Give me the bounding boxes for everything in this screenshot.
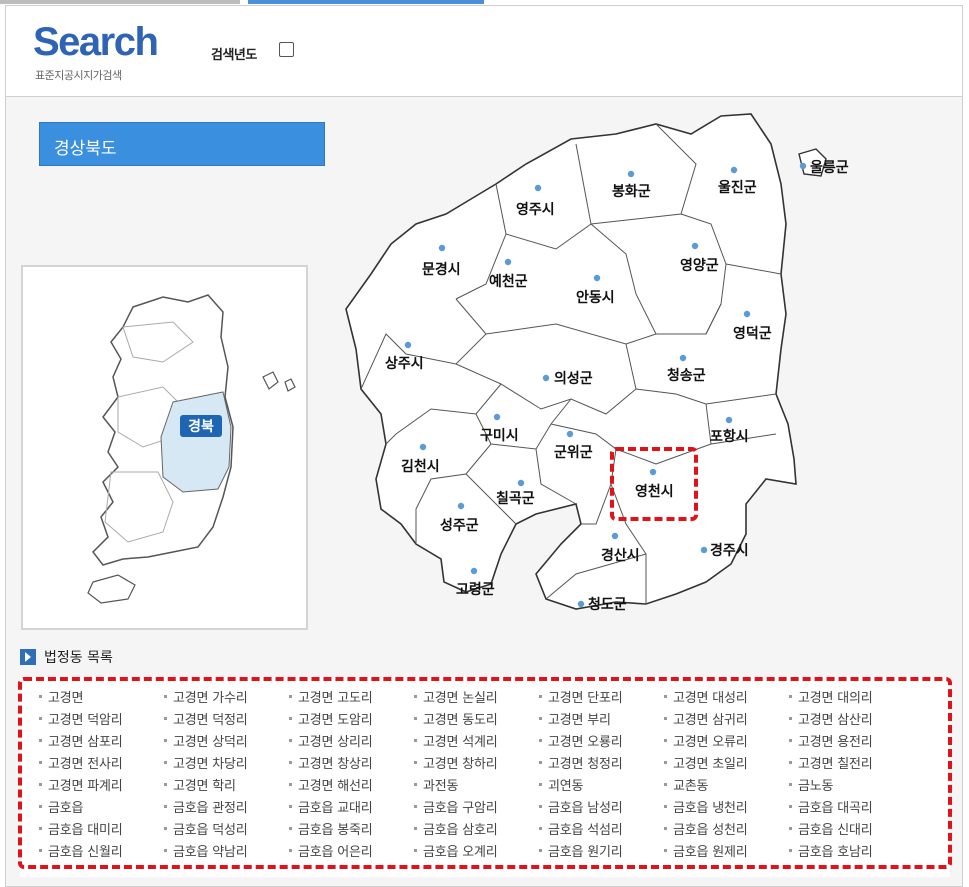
content-frame: Search 표준지공시지가검색 검색년도 경상북도 경북 울릉군 영주시 봉화… [5,5,963,887]
region-label[interactable]: 안동시 [576,289,615,306]
tab-inactive[interactable] [0,0,240,4]
region-label[interactable]: 봉화군 [612,184,651,200]
gyeongbuk-map: 울릉군 영주시 봉화군 울진군 문경시 예천군 안동시 영양군 영덕군 상주시 … [326,104,886,634]
region-label[interactable]: 구미시 [480,428,519,444]
arrow-right-icon [20,649,36,665]
region-label[interactable]: 울진군 [718,179,757,196]
gyeongbuk-region[interactable] [160,391,232,493]
region-label[interactable]: 군위군 [554,445,593,461]
region-label[interactable]: 문경시 [422,261,461,278]
region-label[interactable]: 성주군 [440,518,479,534]
region-label[interactable]: 포항시 [710,428,749,445]
region-label[interactable]: 청도군 [588,597,627,613]
region-label[interactable]: 영덕군 [733,325,772,342]
logo-subtitle: 표준지공시지가검색 [35,69,122,82]
region-label[interactable]: 경산시 [601,547,640,564]
province-title-bar: 경상북도 [39,122,325,166]
region-label[interactable]: 청송군 [667,368,706,384]
tab-active[interactable] [248,0,484,4]
region-label[interactable]: 상주시 [385,356,424,372]
logo-title: Search [33,20,159,64]
header: Search 표준지공시지가검색 검색년도 [6,6,962,97]
region-label[interactable]: 의성군 [554,370,593,387]
list-highlight [18,677,952,869]
search-year-label: 검색년도 [211,48,257,63]
province-name: 경상북도 [54,139,117,159]
region-label[interactable]: 영양군 [680,257,719,274]
region-label[interactable]: 경주시 [710,542,749,559]
selected-region-highlight [610,447,698,521]
region-label[interactable]: 영주시 [516,201,555,218]
search-year-checkbox[interactable] [279,42,294,57]
gyeongbuk-map-svg: 울릉군 영주시 봉화군 울진군 문경시 예천군 안동시 영양군 영덕군 상주시 … [345,113,849,613]
gyeongbuk-badge-label: 경북 [188,418,214,435]
korea-mini-map: 경북 [21,265,308,630]
region-label[interactable]: 고령군 [456,582,495,598]
region-label[interactable]: 칠곡군 [496,490,535,507]
region-label[interactable]: 울릉군 [810,159,849,176]
korea-mini-map-svg: 경북 [87,294,296,604]
section-title-text: 법정동 목록 [44,650,113,666]
region-label[interactable]: 예천군 [489,274,528,290]
region-label[interactable]: 김천시 [401,458,440,475]
